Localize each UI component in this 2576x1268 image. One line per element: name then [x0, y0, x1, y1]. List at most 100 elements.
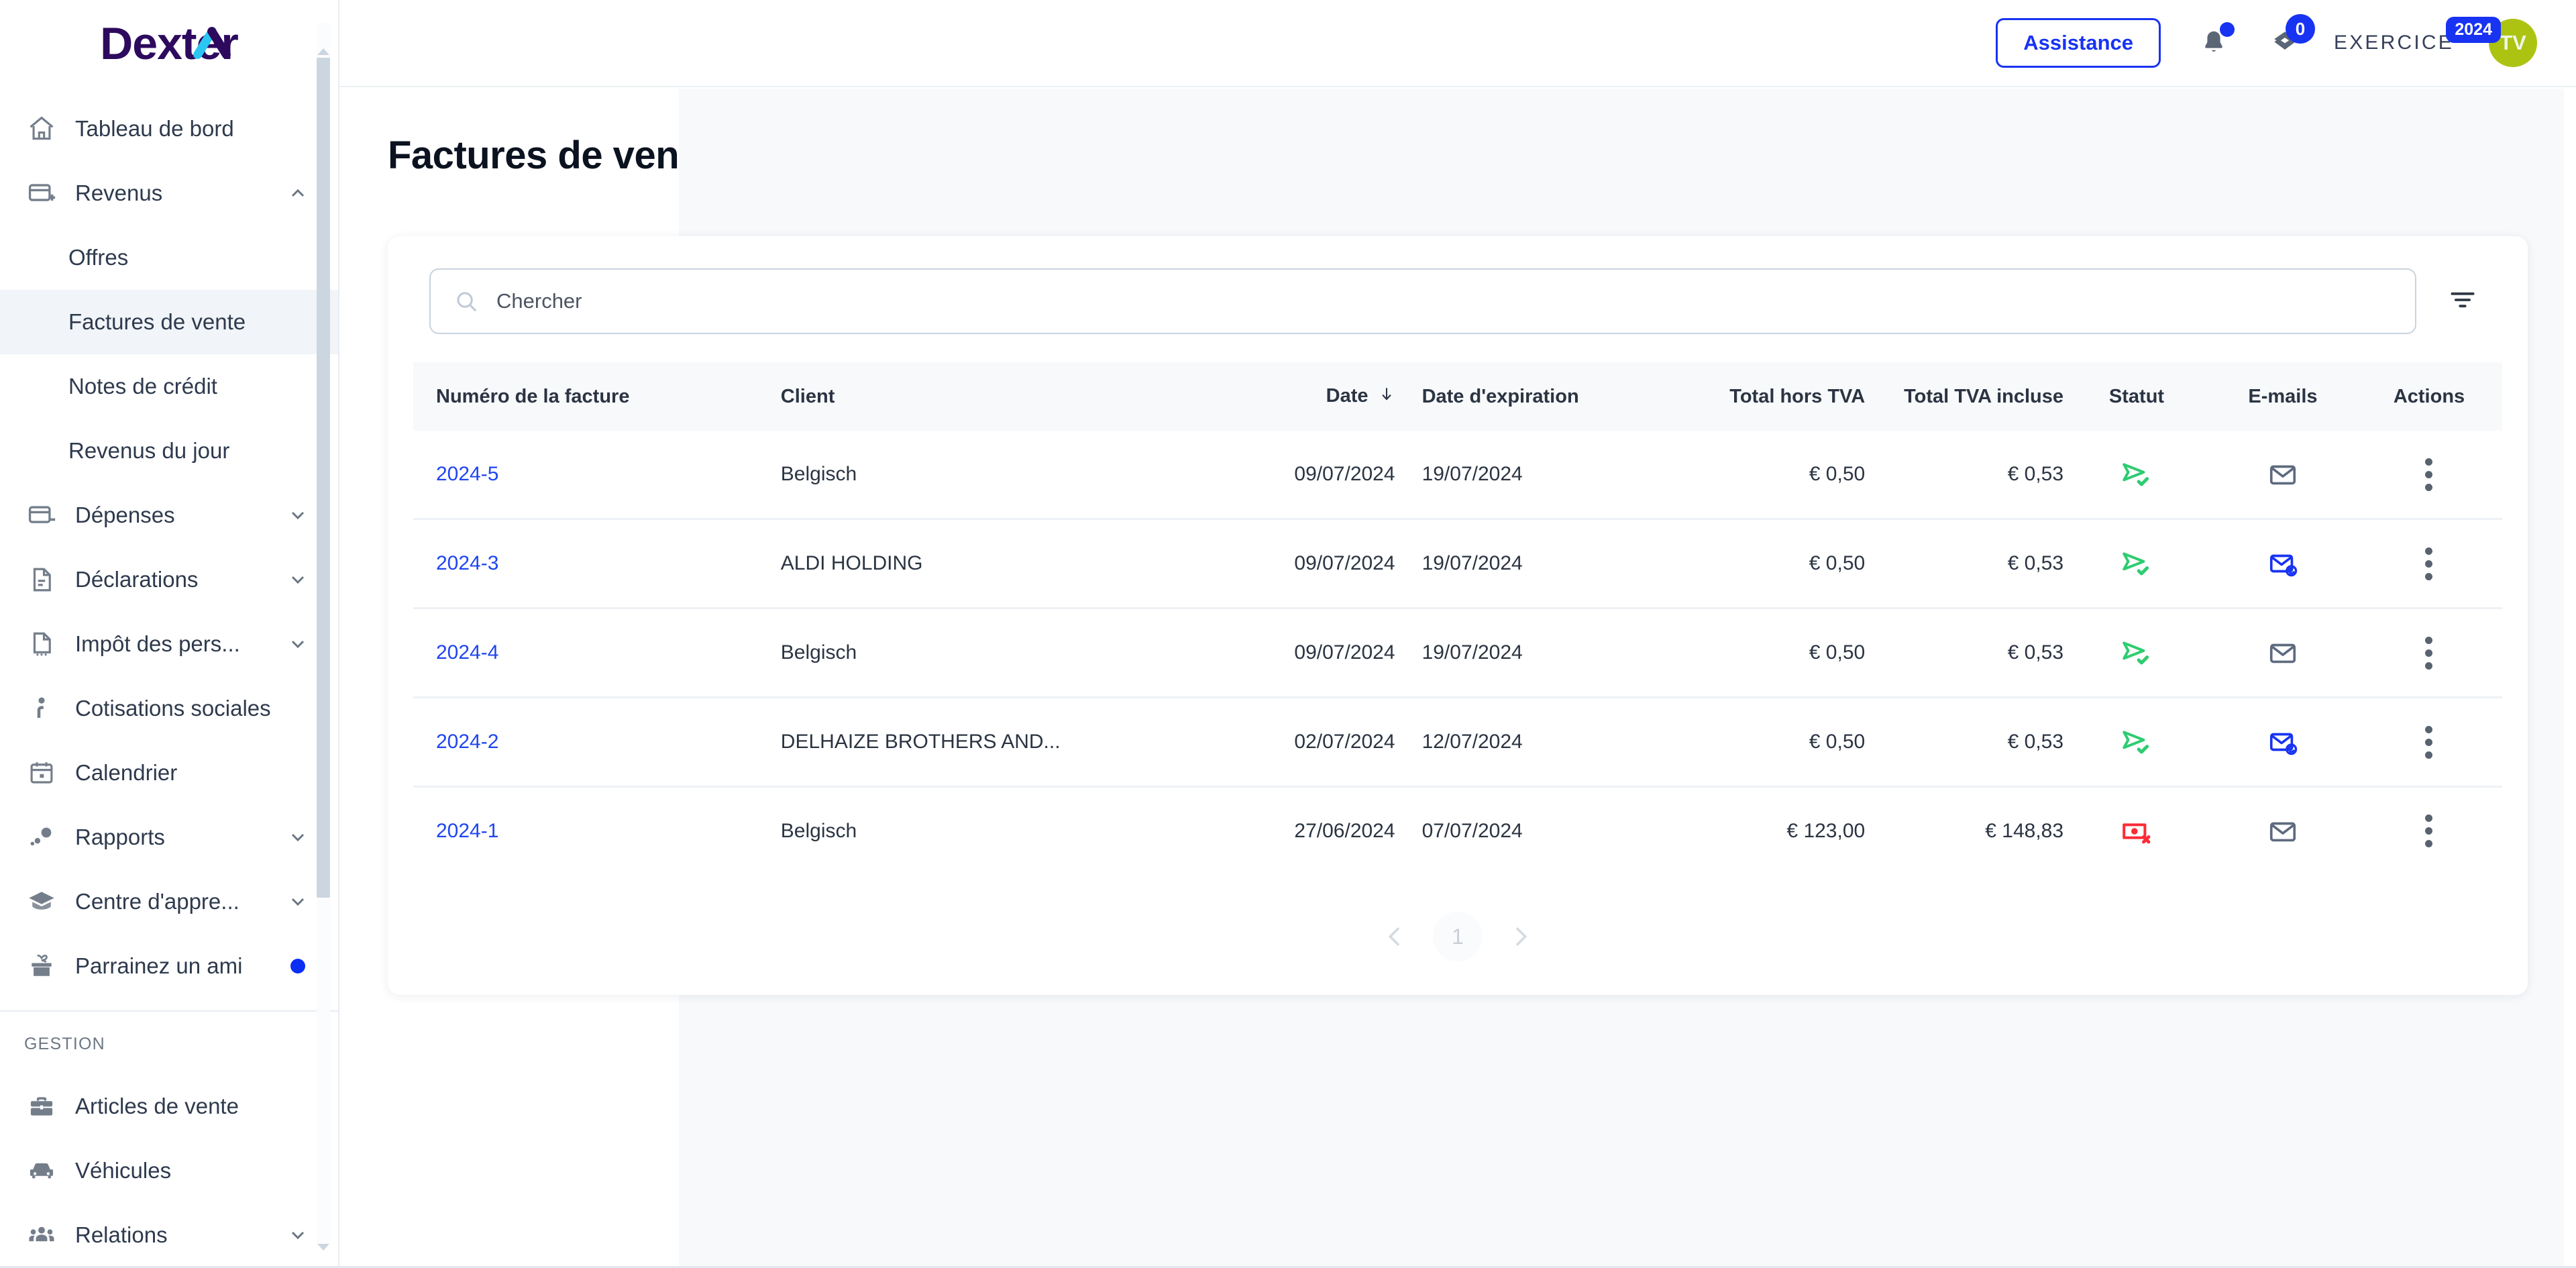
card-plus-icon [25, 177, 58, 209]
sidebar-item-relations[interactable]: Relations [0, 1203, 338, 1267]
row-actions-menu-icon[interactable] [2425, 636, 2433, 670]
row-actions-menu-icon[interactable] [2425, 547, 2433, 580]
chevron-down-icon[interactable] [284, 569, 311, 590]
sidebar-item-depenses[interactable]: Dépenses [0, 483, 338, 547]
sidebar-item-label: Factures de vente [68, 309, 246, 334]
pagination-page-1[interactable]: 1 [1433, 912, 1483, 962]
sidebar: Dexter Tableau de bord Revenus Offres Fa… [0, 0, 339, 1268]
sidebar-item-articles-de-vente[interactable]: Articles de vente [0, 1074, 338, 1139]
chevron-down-icon[interactable] [284, 827, 311, 848]
search-input[interactable]: Chercher [496, 289, 582, 313]
pagination-next-button[interactable] [1503, 918, 1539, 955]
filter-button[interactable] [2439, 278, 2486, 325]
actions-cell[interactable] [2355, 697, 2502, 788]
table-row[interactable]: 2024-3 ALDI HOLDING 09/07/2024 19/07/202… [413, 519, 2502, 610]
total-incl-cell: € 148,83 [1985, 819, 2064, 842]
sidebar-item-declarations[interactable]: Déclarations [0, 547, 338, 612]
sidebar-item-rapports[interactable]: Rapports [0, 805, 338, 869]
sidebar-item-impot-des-personnes[interactable]: Impôt des pers... [0, 612, 338, 676]
envelope-icon[interactable] [2210, 459, 2356, 490]
sidebar-item-revenus-du-jour[interactable]: Revenus du jour [0, 419, 338, 483]
actions-cell[interactable] [2355, 431, 2502, 521]
notification-dot-badge [2220, 22, 2235, 37]
invoices-table: Numéro de la facture Client Date Date d'… [413, 362, 2502, 874]
car-icon [25, 1155, 58, 1187]
sidebar-item-calendrier[interactable]: Calendrier [0, 741, 338, 805]
table-row[interactable]: 2024-5 Belgisch 09/07/2024 19/07/2024 € … [413, 431, 2502, 521]
chevron-up-icon[interactable] [284, 182, 311, 204]
exercice-selector[interactable]: EXERCICE 2024 [2334, 17, 2501, 54]
invoice-number-link[interactable]: 2024-3 [436, 552, 498, 574]
column-header-invoice-number[interactable]: Numéro de la facture [413, 362, 758, 431]
date-cell: 02/07/2024 [1196, 697, 1395, 788]
status-sent-paid-icon [2063, 547, 2210, 580]
brand-logo[interactable]: Dexter [0, 0, 338, 87]
sidebar-item-parrainez-un-ami[interactable]: Parrainez un ami [0, 934, 338, 998]
invoice-number-link[interactable]: 2024-5 [436, 463, 498, 485]
invoice-number-link[interactable]: 2024-1 [436, 820, 498, 842]
envelope-icon[interactable] [2210, 816, 2356, 847]
notifications-button[interactable] [2192, 21, 2236, 65]
scroll-up-arrow-icon[interactable] [317, 48, 329, 55]
chevron-down-icon[interactable] [284, 505, 311, 526]
column-header-expiry-date[interactable]: Date d'expiration [1395, 362, 1667, 431]
client-cell: Belgisch [780, 819, 857, 842]
email-cell[interactable] [2210, 697, 2356, 788]
sidebar-item-vehicules[interactable]: Véhicules [0, 1139, 338, 1203]
assistance-button[interactable]: Assistance [1996, 18, 2161, 68]
sidebar-scrollbar[interactable] [314, 0, 333, 1268]
table-row[interactable]: 2024-1 Belgisch 27/06/2024 07/07/2024 € … [413, 787, 2502, 875]
column-header-date[interactable]: Date [1197, 362, 1395, 431]
scroll-down-arrow-icon[interactable] [317, 1244, 329, 1251]
pagination-prev-button[interactable] [1377, 918, 1413, 955]
table-row[interactable]: 2024-4 Belgisch 09/07/2024 19/07/2024 € … [413, 608, 2502, 699]
column-header-client[interactable]: Client [758, 362, 1197, 431]
table-header-row: Numéro de la facture Client Date Date d'… [413, 362, 2502, 431]
invoice-number-link[interactable]: 2024-4 [436, 641, 498, 664]
messages-button[interactable]: 0 [2263, 14, 2316, 65]
status-sent-paid-icon [2063, 636, 2210, 670]
actions-cell[interactable] [2355, 608, 2502, 699]
sidebar-item-tableau-de-bord[interactable]: Tableau de bord [0, 97, 338, 161]
sidebar-item-factures-de-vente[interactable]: Factures de vente [0, 290, 338, 354]
email-cell[interactable] [2210, 431, 2356, 521]
chevron-down-icon[interactable] [284, 633, 311, 655]
search-row: Chercher [413, 268, 2502, 334]
sidebar-item-notes-de-credit[interactable]: Notes de crédit [0, 354, 338, 419]
total-incl-cell: € 0,53 [1865, 519, 2064, 610]
main-scrollbar[interactable] [2564, 89, 2576, 1268]
actions-cell[interactable] [2355, 519, 2502, 610]
sidebar-item-centre-apprentissage[interactable]: Centre d'appre... [0, 869, 338, 934]
notification-dot [284, 959, 311, 973]
sidebar-scrollbar-thumb[interactable] [317, 58, 330, 898]
sidebar-item-label: Calendrier [75, 760, 178, 785]
email-cell[interactable] [2210, 519, 2356, 610]
column-header-emails[interactable]: E-mails [2210, 362, 2356, 431]
chevron-down-icon[interactable] [284, 1224, 311, 1246]
column-header-status[interactable]: Statut [2063, 362, 2210, 431]
email-cell[interactable] [2210, 787, 2356, 875]
table-row[interactable]: 2024-2 DELHAIZE BROTHERS AND... 02/07/20… [413, 697, 2502, 788]
search-box[interactable]: Chercher [429, 268, 2416, 334]
table-head: Numéro de la facture Client Date Date d'… [413, 362, 2502, 431]
exercice-year-badge: 2024 [2446, 17, 2501, 43]
expiry-cell: 19/07/2024 [1395, 519, 1667, 610]
row-actions-menu-icon[interactable] [2425, 814, 2433, 848]
sidebar-item-revenus[interactable]: Revenus [0, 161, 338, 225]
column-header-total-excl-vat[interactable]: Total hors TVA [1666, 362, 1865, 431]
sidebar-item-offres[interactable]: Offres [0, 225, 338, 290]
status-cell [2063, 697, 2210, 788]
main-content: Assistance 0 EXERCICE 2024 TV Factures d… [339, 0, 2576, 1268]
envelope-sync-icon[interactable] [2210, 548, 2356, 579]
sidebar-item-cotisations-sociales[interactable]: Cotisations sociales [0, 676, 338, 741]
sidebar-item-label: Dépenses [75, 503, 175, 527]
invoice-number-link[interactable]: 2024-2 [436, 731, 498, 753]
envelope-sync-icon[interactable] [2210, 727, 2356, 757]
actions-cell[interactable] [2356, 787, 2502, 875]
envelope-icon[interactable] [2210, 637, 2356, 668]
chevron-down-icon[interactable] [284, 891, 311, 912]
row-actions-menu-icon[interactable] [2425, 458, 2433, 491]
row-actions-menu-icon[interactable] [2425, 725, 2433, 759]
email-cell[interactable] [2210, 608, 2356, 699]
column-header-total-incl-vat[interactable]: Total TVA incluse [1865, 362, 2063, 431]
